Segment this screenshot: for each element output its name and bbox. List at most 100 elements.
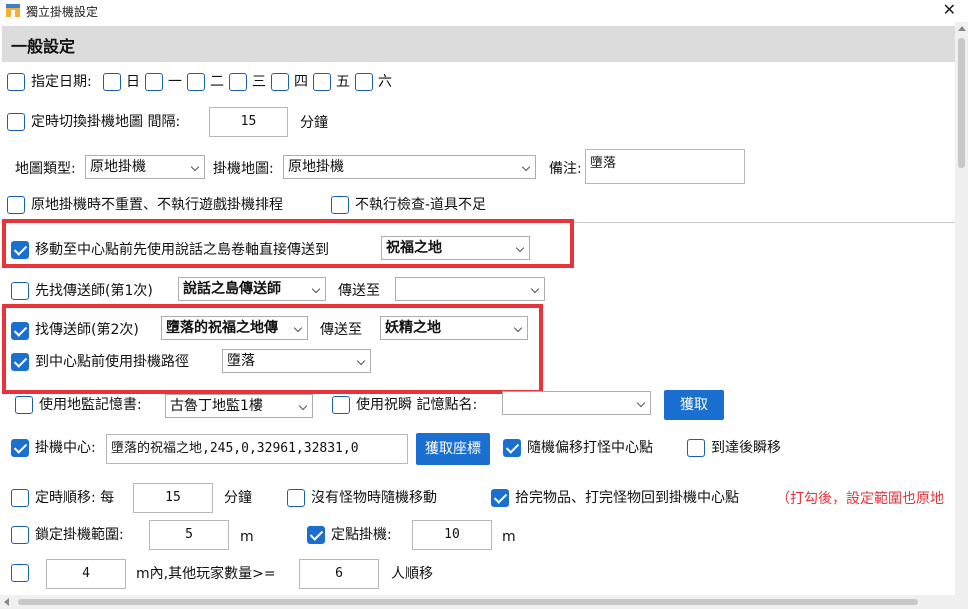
use-hang-path-label: 到中心點前使用掛機路徑 (35, 354, 189, 370)
no-reset-checkbox[interactable] (7, 196, 25, 214)
return-center-checkbox[interactable] (491, 489, 509, 507)
use-bless-memory-checkbox[interactable] (332, 396, 350, 414)
chevron-down-icon (513, 323, 523, 333)
use-hang-path-checkbox[interactable] (11, 353, 29, 371)
timed-move-unit: 分鐘 (224, 490, 252, 506)
hang-center-input[interactable]: 墮落的祝福之地,245,0,32961,32831,0 (106, 434, 408, 464)
player-count-checkbox[interactable] (11, 564, 29, 582)
random-move-label: 沒有怪物時隨機移動 (311, 490, 437, 506)
chevron-down-icon (515, 243, 525, 253)
map-type-value: 原地掛機 (90, 159, 146, 175)
chevron-down-icon (636, 398, 646, 408)
timed-switch-map-checkbox[interactable] (7, 113, 25, 131)
day-sat-checkbox[interactable] (355, 73, 373, 91)
chevron-down-icon (298, 401, 308, 411)
teleport-on-arrival-checkbox[interactable] (687, 439, 705, 457)
use-scroll-teleport-label: 移動至中心點前先使用說話之島卷軸直接傳送到 (35, 242, 329, 258)
hang-map-label: 掛機地圖: (213, 161, 274, 177)
map-type-label: 地圖類型: (15, 161, 76, 177)
use-dungeon-book-label: 使用地監記憶書: (39, 397, 142, 413)
chevron-down-icon (190, 162, 200, 172)
skip-item-check-checkbox[interactable] (331, 196, 349, 214)
scroll-left-icon[interactable] (4, 598, 9, 606)
day-wed-checkbox[interactable] (229, 73, 247, 91)
day-thu-checkbox[interactable] (271, 73, 289, 91)
chevron-down-icon (530, 284, 540, 294)
day-tue-checkbox[interactable] (187, 73, 205, 91)
section-header: 一般設定 (2, 26, 955, 62)
find-teleporter-1-label: 先找傳送師(第1次) (35, 283, 153, 299)
random-offset-checkbox[interactable] (503, 439, 521, 457)
day-mon-checkbox[interactable] (145, 73, 163, 91)
get-coordinates-button[interactable]: 獲取座標 (416, 433, 490, 465)
find-teleporter-1-checkbox[interactable] (11, 282, 29, 300)
teleport-to-1-select[interactable] (395, 277, 545, 301)
player-count-middle-label: m內,其他玩家數量>= (136, 566, 276, 582)
section-title: 一般設定 (11, 37, 76, 56)
window-title: 獨立掛機設定 (26, 5, 99, 19)
fixed-point-unit: m (502, 529, 516, 545)
vertical-scrollbar[interactable] (955, 22, 968, 595)
teleporter-2-value: 墮落的祝福之地傳 (166, 320, 278, 336)
use-dungeon-book-checkbox[interactable] (15, 396, 33, 414)
chevron-down-icon (311, 284, 321, 294)
horizontal-scroll-thumb[interactable] (18, 599, 918, 605)
switch-interval-input[interactable]: 15 (209, 107, 288, 137)
lock-range-checkbox[interactable] (11, 526, 29, 544)
random-offset-label: 隨機偏移打怪中心點 (527, 440, 653, 456)
find-teleporter-2-checkbox[interactable] (11, 322, 29, 340)
find-teleporter-2-label: 找傳送師(第2次) (35, 322, 139, 338)
day-sun-label: 日 (126, 74, 140, 90)
hang-center-checkbox[interactable] (11, 439, 29, 457)
timed-move-checkbox[interactable] (11, 489, 29, 507)
teleport-to-2-value: 妖精之地 (385, 320, 441, 336)
hang-path-select[interactable]: 墮落 (222, 349, 371, 373)
player-distance-input[interactable]: 4 (46, 559, 126, 589)
dungeon-book-select[interactable]: 古魯丁地監1樓 (165, 394, 313, 418)
fixed-point-input[interactable]: 10 (412, 520, 492, 550)
horizontal-scrollbar[interactable] (0, 595, 968, 609)
specify-date-checkbox[interactable] (7, 73, 25, 91)
use-scroll-teleport-checkbox[interactable] (11, 241, 29, 259)
timed-switch-map-label: 定時切換掛機地圖 間隔: (31, 114, 181, 130)
teleport-to-2-select[interactable]: 妖精之地 (380, 316, 528, 340)
lock-range-input[interactable]: 5 (149, 520, 229, 550)
timed-move-label: 定時順移: 每 (35, 490, 115, 506)
teleporter-2-select[interactable]: 墮落的祝福之地傳 (161, 316, 308, 340)
dungeon-book-value: 古魯丁地監1樓 (170, 398, 263, 414)
hang-path-value: 墮落 (227, 353, 255, 369)
scroll-destination-select[interactable]: 祝福之地 (381, 236, 530, 260)
lock-range-unit: m (240, 529, 254, 545)
skip-item-check-label: 不執行檢查-道具不足 (355, 197, 487, 213)
scroll-destination-value: 祝福之地 (386, 240, 442, 256)
day-wed-label: 三 (252, 74, 266, 90)
hang-center-label: 掛機中心: (35, 440, 96, 456)
teleport-on-arrival-label: 到達後瞬移 (711, 440, 781, 456)
close-icon[interactable]: ✕ (943, 0, 956, 19)
timed-move-input[interactable]: 15 (133, 483, 213, 513)
fixed-point-checkbox[interactable] (307, 526, 325, 544)
day-mon-label: 一 (168, 74, 182, 90)
player-count-input[interactable]: 6 (299, 559, 379, 589)
vertical-scroll-thumb[interactable] (958, 38, 965, 168)
day-sun-checkbox[interactable] (103, 73, 121, 91)
fetch-button[interactable]: 獲取 (664, 390, 724, 420)
note-input[interactable]: 墮落 (585, 149, 745, 184)
fixed-point-label: 定點掛機: (331, 527, 392, 543)
scroll-up-icon[interactable] (958, 26, 966, 31)
day-sat-label: 六 (378, 74, 392, 90)
day-tue-label: 二 (210, 74, 224, 90)
random-move-checkbox[interactable] (287, 489, 305, 507)
title-bar: 獨立掛機設定 ✕ (0, 0, 968, 22)
return-center-note: （打勾後，設定範圍也原地 (776, 491, 944, 507)
teleporter-1-value: 說話之島傳送師 (183, 281, 281, 297)
memory-point-select[interactable] (502, 391, 651, 415)
map-type-select[interactable]: 原地掛機 (85, 155, 205, 179)
day-fri-checkbox[interactable] (313, 73, 331, 91)
app-icon (6, 4, 20, 17)
teleporter-1-select[interactable]: 說話之島傳送師 (178, 277, 326, 301)
teleport-to-2-label: 傳送至 (320, 322, 362, 338)
hang-map-select[interactable]: 原地掛機 (283, 155, 536, 179)
player-count-tail-label: 人順移 (391, 566, 433, 582)
return-center-label: 拾完物品、打完怪物回到掛機中心點 (515, 490, 739, 506)
